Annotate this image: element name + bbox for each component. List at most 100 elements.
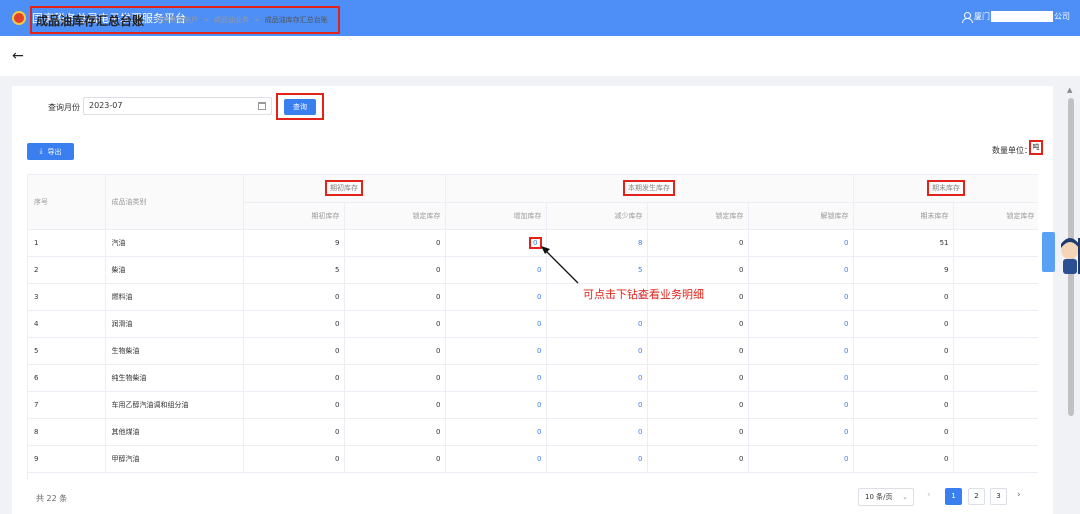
unit-value: 吨 [1029,140,1043,155]
cell-increase[interactable]: 0 [445,445,547,473]
cell-locked: 0 [344,337,446,365]
page-button-1[interactable]: 1 [945,488,962,505]
cell-unlocked[interactable]: 0 [748,310,854,338]
cell-seq: 6 [28,364,106,392]
cell-locked: 0 [344,256,446,284]
cell-increase[interactable]: 0 [445,283,547,311]
subheader-increase: 增加库存 [445,202,547,230]
breadcrumb: 税务数字账户 > 成品油业务 > 成品油库存汇总台账 [156,15,333,25]
cell-closing: 9 [853,256,954,284]
cell-category: 其他煤油 [105,418,244,446]
cell-locked [953,310,1038,338]
table-row: 1 汽油 9 0 0 8 0 0 51 [28,229,1038,257]
cell-locked: 0 [647,418,749,446]
cell-unlocked[interactable]: 0 [748,445,854,473]
col-category-header: 成品油类别 [105,175,244,230]
cell-locked: 0 [344,364,446,392]
next-page-icon[interactable]: › [1017,490,1021,500]
page-button-2[interactable]: 2 [968,488,985,505]
export-label: 导出 [47,147,62,156]
cell-unlocked[interactable]: 0 [748,391,854,419]
cell-category: 车用乙醇汽油调和组分油 [105,391,244,419]
breadcrumb-item[interactable]: 成品油业务 [214,15,249,25]
month-picker-input[interactable]: 2023-07 [83,97,272,115]
cell-decrease[interactable]: 0 [546,337,648,365]
cell-decrease[interactable]: 0 [546,445,648,473]
cell-unlocked[interactable]: 0 [748,256,854,284]
cell-opening: 0 [243,391,345,419]
prev-page-icon[interactable]: ‹ [927,490,931,500]
cell-locked [953,445,1038,473]
group-opening-header: 期初库存 [243,175,446,203]
cell-closing: 0 [853,337,954,365]
cell-locked [953,256,1038,284]
cell-opening: 0 [243,445,345,473]
cell-seq: 3 [28,283,106,311]
drill-down-link[interactable]: 0 [529,236,542,249]
cell-increase[interactable]: 0 [445,364,547,392]
download-icon: ⤓ [39,147,43,155]
export-button[interactable]: ⤓ 导出 [27,143,74,160]
cell-locked [953,418,1038,446]
cell-increase[interactable]: 0 [445,256,547,284]
page-title: 成品油库存汇总台账 [36,13,145,28]
cell-seq: 9 [28,445,106,473]
cell-locked: 0 [647,364,749,392]
cell-unlocked[interactable]: 0 [748,337,854,365]
back-arrow-icon[interactable]: ← [12,48,26,64]
cell-opening: 9 [243,229,345,257]
cell-category: 燃料油 [105,283,244,311]
page-size-select[interactable]: 10 条/页 ⌄ [858,488,914,506]
cell-increase[interactable]: 0 [445,310,547,338]
cell-opening: 0 [243,283,345,311]
cell-decrease[interactable]: 0 [546,310,648,338]
cell-closing: 0 [853,391,954,419]
cell-decrease[interactable]: 0 [546,418,648,446]
scroll-up-icon[interactable]: ▲ [1067,86,1072,94]
cell-unlocked[interactable]: 0 [748,364,854,392]
cell-category: 柴油 [105,256,244,284]
cell-decrease[interactable]: 5 [546,256,648,284]
scrollbar[interactable]: ▲ [1067,86,1075,514]
total-count: 共 22 条 [36,494,68,503]
redacted-mask [991,11,1053,22]
cell-locked: 0 [344,391,446,419]
month-label: 查询月份 [48,103,80,112]
query-button[interactable]: 查询 [284,99,316,115]
user-icon [962,11,973,23]
cell-increase[interactable]: 0 [445,391,547,419]
cell-decrease[interactable]: 0 [546,364,648,392]
cell-locked [953,364,1038,392]
table-row: 6 纯生物柴油 0 0 0 0 0 0 0 [28,364,1038,392]
cell-locked: 0 [647,229,749,257]
calendar-icon[interactable] [258,102,266,110]
cell-unlocked[interactable]: 0 [748,283,854,311]
page-button-3[interactable]: 3 [990,488,1007,505]
cell-unlocked[interactable]: 0 [748,229,854,257]
breadcrumb-separator: > [253,16,260,24]
breadcrumb-item[interactable]: 税务数字账户 [156,15,198,25]
inventory-table: 序号 成品油类别 期初库存 本期发生库存 期末库存 期初库存 锁定库存 增加库存… [27,174,1038,480]
chevron-down-icon: ⌄ [902,493,908,501]
cell-seq: 2 [28,256,106,284]
cell-increase[interactable]: 0 [445,337,547,365]
title-highlight-box: 成品油库存汇总台账 税务数字账户 > 成品油业务 > 成品油库存汇总台账 [30,6,340,34]
cell-opening: 0 [243,310,345,338]
cell-decrease[interactable]: 8 [546,229,648,257]
assistant-mascot-icon[interactable] [1040,228,1080,278]
user-company-prefix: 厦门 [974,12,990,21]
cell-unlocked[interactable]: 0 [748,418,854,446]
breadcrumb-current: 成品油库存汇总台账 [264,16,328,24]
query-highlight-box: 查询 [276,93,324,120]
breadcrumb-separator: > [203,16,209,24]
cell-decrease[interactable]: 0 [546,391,648,419]
subheader-decrease: 减少库存 [546,202,648,230]
cell-locked: 0 [647,391,749,419]
user-menu[interactable]: 厦门 公司 [962,11,1070,23]
cell-locked: 0 [647,337,749,365]
cell-increase[interactable]: 0 [445,418,547,446]
annotation-text: 可点击下钻查看业务明细 [583,288,704,301]
page-size-value: 10 条/页 [865,493,893,501]
cell-seq: 1 [28,229,106,257]
cell-locked: 0 [344,229,446,257]
